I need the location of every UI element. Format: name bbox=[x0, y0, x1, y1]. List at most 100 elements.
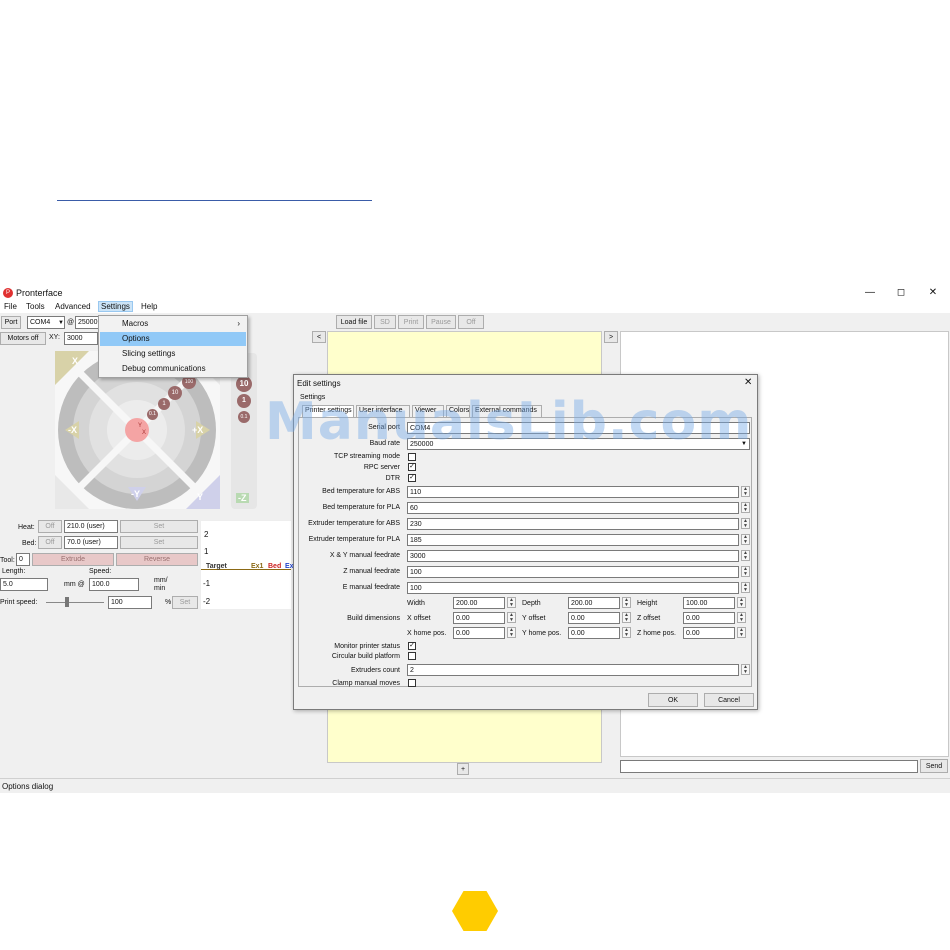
menu-file[interactable]: File bbox=[2, 302, 19, 311]
z-offset-input[interactable]: 0.00 bbox=[683, 612, 735, 624]
print-speed-slider[interactable] bbox=[46, 602, 104, 603]
bed-pla-input[interactable]: 60 bbox=[407, 502, 739, 514]
clamp-checkbox[interactable] bbox=[408, 679, 416, 687]
ok-button[interactable]: OK bbox=[648, 693, 698, 707]
y-offset-input[interactable]: 0.00 bbox=[568, 612, 620, 624]
bed-abs-input[interactable]: 110 bbox=[407, 486, 739, 498]
step-01-button[interactable]: 0.1 bbox=[147, 409, 158, 420]
bed-off-button[interactable]: Off bbox=[38, 536, 62, 549]
close-icon[interactable]: ✕ bbox=[925, 286, 941, 300]
x-offset-spinner[interactable]: ▲ ▼ bbox=[507, 612, 516, 623]
minimize-icon[interactable]: — bbox=[862, 286, 878, 300]
menu-item-options[interactable]: Options bbox=[100, 332, 246, 346]
reverse-button[interactable]: Reverse bbox=[116, 553, 198, 566]
depth-input[interactable]: 200.00 bbox=[568, 597, 620, 609]
ext-pla-input[interactable]: 185 bbox=[407, 534, 739, 546]
z-feedrate-spinner[interactable]: ▲ ▼ bbox=[741, 566, 750, 577]
menu-settings[interactable]: Settings bbox=[98, 301, 133, 312]
width-spinner[interactable]: ▲ ▼ bbox=[507, 597, 516, 608]
extrude-button[interactable]: Extrude bbox=[32, 553, 114, 566]
ext-abs-spinner[interactable]: ▲ ▼ bbox=[741, 518, 750, 529]
xy-feedrate-spinner[interactable]: ▲ ▼ bbox=[741, 550, 750, 561]
length-input[interactable]: 5.0 bbox=[0, 578, 48, 591]
sd-button[interactable]: SD bbox=[374, 315, 396, 329]
bed-select[interactable]: 70.0 (user) bbox=[64, 536, 118, 549]
dialog-close-icon[interactable]: ✕ bbox=[744, 377, 752, 388]
step-10-button[interactable]: 10 bbox=[168, 386, 182, 400]
menu-advanced[interactable]: Advanced bbox=[53, 302, 93, 311]
bed-set-button[interactable]: Set bbox=[120, 536, 198, 549]
minus-y-button[interactable]: -Y bbox=[131, 489, 140, 499]
menu-item-debug-communications[interactable]: Debug communications bbox=[100, 362, 246, 376]
ext-abs-input[interactable]: 230 bbox=[407, 518, 739, 530]
e-feedrate-input[interactable]: 100 bbox=[407, 582, 739, 594]
ext-pla-spinner[interactable]: ▲ ▼ bbox=[741, 534, 750, 545]
home-y-icon[interactable]: Y bbox=[197, 492, 203, 502]
speed-input[interactable]: 100.0 bbox=[89, 578, 139, 591]
bed-pla-spinner[interactable]: ▲ ▼ bbox=[741, 502, 750, 513]
xy-feed-input[interactable]: 3000 bbox=[64, 332, 98, 345]
bed-abs-spinner[interactable]: ▲ ▼ bbox=[741, 486, 750, 497]
menu-item-slicing-settings[interactable]: Slicing settings bbox=[100, 347, 246, 361]
dtr-checkbox[interactable]: ✓ bbox=[408, 474, 416, 482]
width-input[interactable]: 200.00 bbox=[453, 597, 505, 609]
tool-select[interactable]: 0 bbox=[16, 553, 30, 566]
maximize-icon[interactable]: ◻ bbox=[893, 286, 909, 300]
heat-select[interactable]: 210.0 (user) bbox=[64, 520, 118, 533]
z-feedrate-input[interactable]: 100 bbox=[407, 566, 739, 578]
z-step-01-button[interactable]: 0.1 bbox=[238, 411, 250, 423]
menu-help[interactable]: Help bbox=[139, 302, 159, 311]
off-button[interactable]: Off bbox=[458, 315, 484, 329]
command-input[interactable] bbox=[620, 760, 918, 773]
minus-z-button[interactable]: -Z bbox=[236, 493, 249, 503]
cancel-button[interactable]: Cancel bbox=[704, 693, 754, 707]
extruders-count-input[interactable]: 2 bbox=[407, 664, 739, 676]
height-input[interactable]: 100.00 bbox=[683, 597, 735, 609]
x-offset-input[interactable]: 0.00 bbox=[453, 612, 505, 624]
xy-feedrate-input[interactable]: 3000 bbox=[407, 550, 739, 562]
y-offset-spinner[interactable]: ▲ ▼ bbox=[622, 612, 631, 623]
heat-label: Heat: bbox=[18, 524, 35, 531]
x-home-input[interactable]: 0.00 bbox=[453, 627, 505, 639]
baud-input[interactable]: 25000 bbox=[75, 316, 99, 329]
home-x-icon[interactable]: X bbox=[72, 356, 78, 366]
collapse-left-button[interactable]: < bbox=[312, 331, 326, 343]
plus-icon[interactable]: + bbox=[457, 763, 469, 775]
print-button[interactable]: Print bbox=[398, 315, 424, 329]
heat-set-button[interactable]: Set bbox=[120, 520, 198, 533]
motors-off-button[interactable]: Motors off bbox=[0, 332, 46, 345]
minus-x-button[interactable]: -X bbox=[68, 425, 77, 435]
step-1-button[interactable]: 1 bbox=[158, 398, 170, 410]
plus-x-button[interactable]: +X bbox=[192, 425, 203, 435]
z-home-spinner[interactable]: ▲ ▼ bbox=[737, 627, 746, 638]
extruders-count-spinner[interactable]: ▲ ▼ bbox=[741, 664, 750, 675]
port-button[interactable]: Port bbox=[1, 316, 21, 329]
circular-checkbox[interactable] bbox=[408, 652, 416, 660]
tcp-checkbox[interactable] bbox=[408, 453, 416, 461]
e-feedrate-spinner[interactable]: ▲ ▼ bbox=[741, 582, 750, 593]
send-button[interactable]: Send bbox=[920, 759, 948, 773]
x-home-spinner[interactable]: ▲ ▼ bbox=[507, 627, 516, 638]
z-home-input[interactable]: 0.00 bbox=[683, 627, 735, 639]
load-file-button[interactable]: Load file bbox=[336, 315, 372, 329]
y-home-input[interactable]: 0.00 bbox=[568, 627, 620, 639]
y-home-spinner[interactable]: ▲ ▼ bbox=[622, 627, 631, 638]
z-offset-spinner[interactable]: ▲ ▼ bbox=[737, 612, 746, 623]
pause-button[interactable]: Pause bbox=[426, 315, 456, 329]
collapse-right-button[interactable]: > bbox=[604, 331, 618, 343]
speed-label: Speed: bbox=[89, 568, 112, 575]
z-step-1-button[interactable]: 1 bbox=[237, 394, 251, 408]
height-spinner[interactable]: ▲ ▼ bbox=[737, 597, 746, 608]
center-x-label: X bbox=[142, 430, 147, 436]
port-select[interactable]: COM4 ▼ bbox=[27, 316, 65, 329]
menu-item-macros[interactable]: Macros › bbox=[100, 317, 246, 331]
z-step-10-button[interactable]: 10 bbox=[236, 376, 252, 392]
heat-off-button[interactable]: Off bbox=[38, 520, 62, 533]
menu-tools[interactable]: Tools bbox=[24, 302, 47, 311]
print-speed-input[interactable]: 100 bbox=[108, 596, 152, 609]
print-speed-set-button[interactable]: Set bbox=[172, 596, 198, 609]
slider-thumb[interactable] bbox=[65, 597, 69, 607]
monitor-checkbox[interactable]: ✓ bbox=[408, 642, 416, 650]
rpc-checkbox[interactable]: ✓ bbox=[408, 463, 416, 471]
depth-spinner[interactable]: ▲ ▼ bbox=[622, 597, 631, 608]
